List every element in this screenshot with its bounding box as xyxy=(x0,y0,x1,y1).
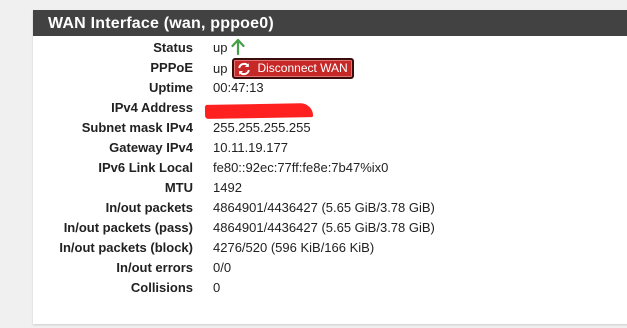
pppoe-label: PPPoE xyxy=(150,60,193,75)
ipv6-link-local-label: IPv6 Link Local xyxy=(98,160,193,175)
pppoe-value-container: up Disconnect WAN xyxy=(213,58,354,79)
row-uptime: Uptime 00:47:13 xyxy=(33,78,627,98)
row-ipv4-address: IPv4 Address xyxy=(33,98,627,119)
row-inout-packets-block: In/out packets (block) 4276/520 (596 KiB… xyxy=(33,238,627,258)
refresh-icon xyxy=(237,62,251,76)
disconnect-wan-button[interactable]: Disconnect WAN xyxy=(232,58,354,79)
row-collisions: Collisions 0 xyxy=(33,278,627,298)
inout-packets-block-value: 4276/520 (596 KiB/166 KiB) xyxy=(213,240,375,255)
interface-details: Status up PPPoE up Disconnect WAN Uptime… xyxy=(33,38,627,298)
gateway-ipv4-value: 10.11.19.177 xyxy=(213,140,288,155)
row-subnet-mask-ipv4: Subnet mask IPv4 255.255.255.255 xyxy=(33,118,627,138)
inout-errors-value: 0/0 xyxy=(213,260,232,275)
wan-interface-panel: WAN Interface (wan, pppoe0) Status up PP… xyxy=(33,10,627,324)
row-pppoe: PPPoE up Disconnect WAN xyxy=(33,58,627,79)
inout-packets-pass-label: In/out packets (pass) xyxy=(63,220,193,235)
row-status: Status up xyxy=(33,38,627,58)
row-inout-packets-pass: In/out packets (pass) 4864901/4436427 (5… xyxy=(33,218,627,238)
row-gateway-ipv4: Gateway IPv4 10.11.19.177 xyxy=(33,138,627,158)
row-ipv6-link-local: IPv6 Link Local fe80::92ec:77ff:fe8e:7b4… xyxy=(33,158,627,178)
uptime-label: Uptime xyxy=(148,80,193,95)
status-label: Status xyxy=(153,40,193,55)
ipv4-address-label: IPv4 Address xyxy=(111,100,193,115)
inout-errors-label: In/out errors xyxy=(116,260,193,275)
redaction-mark xyxy=(204,103,314,119)
inout-packets-value: 4864901/4436427 (5.65 GiB/3.78 GiB) xyxy=(213,200,435,215)
inout-packets-label: In/out packets xyxy=(105,200,193,215)
ipv6-link-local-value: fe80::92ec:77ff:fe8e:7b47%ix0 xyxy=(213,160,389,175)
status-value-container: up xyxy=(213,38,246,58)
row-inout-packets: In/out packets 4864901/4436427 (5.65 GiB… xyxy=(33,198,627,218)
ipv4-address-value-container xyxy=(204,98,314,119)
mtu-label: MTU xyxy=(164,180,193,195)
inout-packets-pass-value: 4864901/4436427 (5.65 GiB/3.78 GiB) xyxy=(213,220,435,235)
status-value: up xyxy=(213,40,228,55)
subnet-mask-ipv4-value: 255.255.255.255 xyxy=(213,120,311,135)
uptime-value: 00:47:13 xyxy=(213,80,264,95)
panel-title: WAN Interface (wan, pppoe0) xyxy=(33,10,627,36)
row-mtu: MTU 1492 xyxy=(33,178,627,198)
mtu-value: 1492 xyxy=(213,180,242,195)
subnet-mask-ipv4-label: Subnet mask IPv4 xyxy=(81,120,193,135)
gateway-ipv4-label: Gateway IPv4 xyxy=(109,140,193,155)
arrow-up-icon xyxy=(231,38,246,56)
disconnect-wan-label: Disconnect WAN xyxy=(257,61,348,75)
pppoe-value: up xyxy=(213,60,228,76)
collisions-label: Collisions xyxy=(130,280,193,295)
row-inout-errors: In/out errors 0/0 xyxy=(33,258,627,278)
collisions-value: 0 xyxy=(213,280,221,295)
inout-packets-block-label: In/out packets (block) xyxy=(59,240,193,255)
